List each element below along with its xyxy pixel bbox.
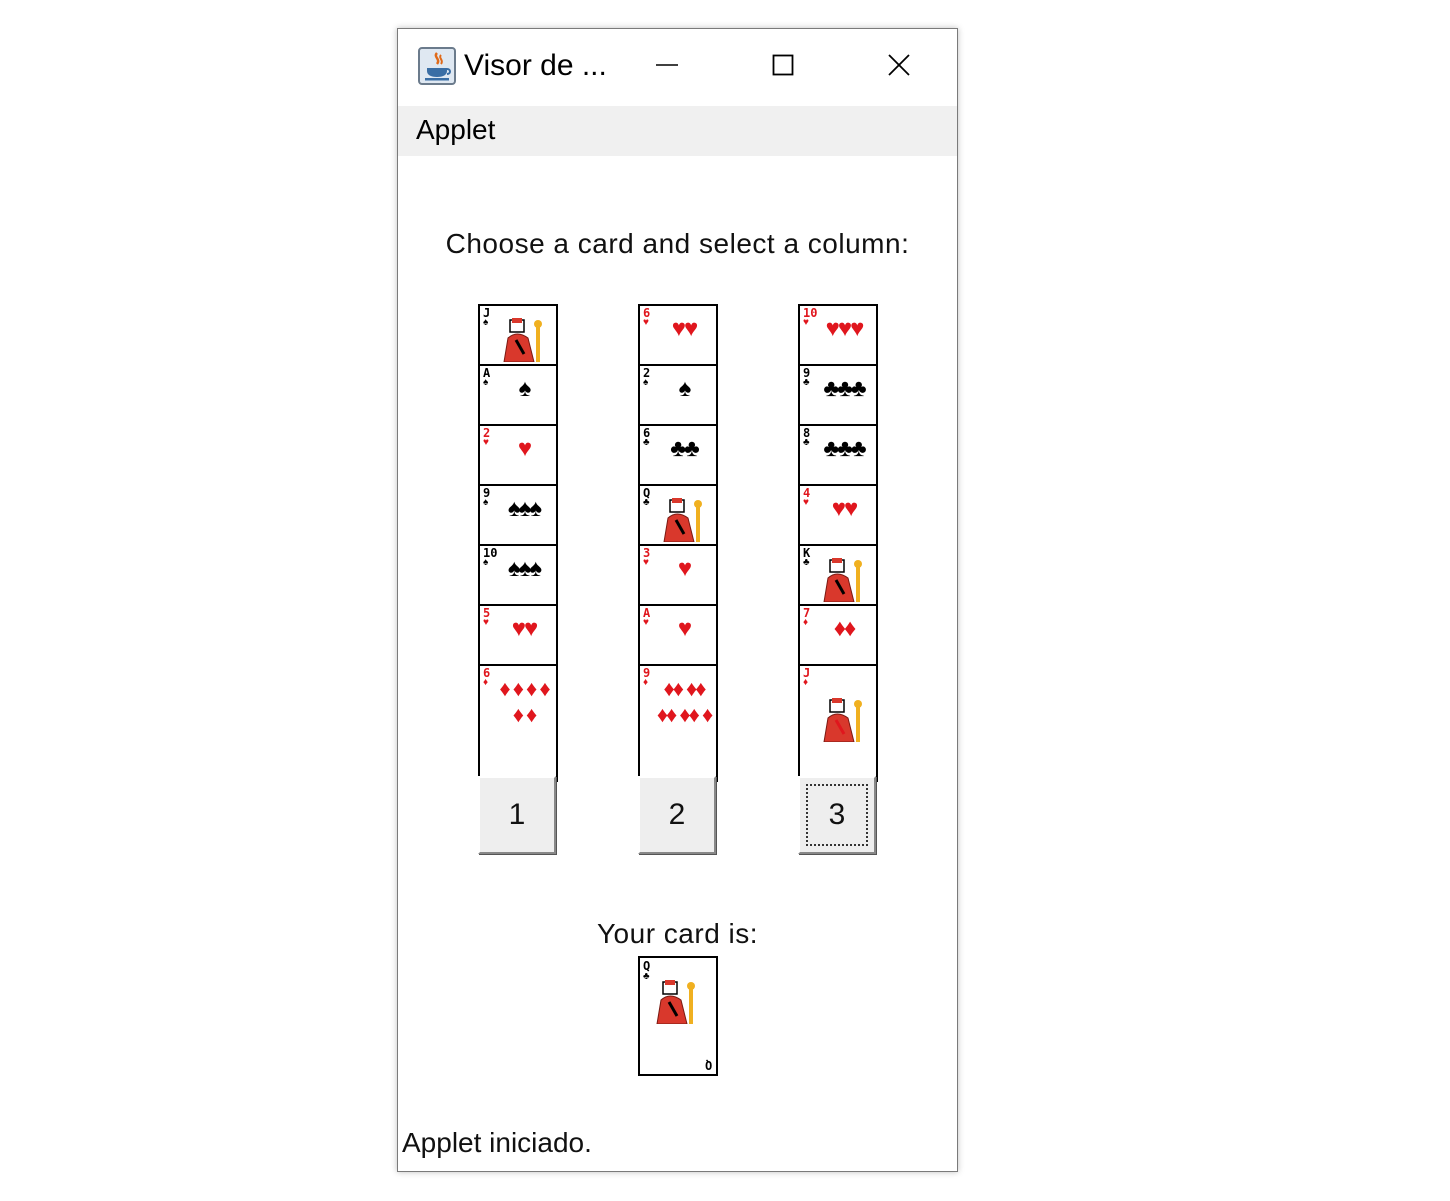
playing-card[interactable]: 6 ♣ ♣♣: [638, 424, 718, 486]
card-suit-icon: ♦: [483, 677, 489, 688]
playing-card[interactable]: A ♠ ♠: [478, 364, 558, 426]
card-suit-icon: ♣: [643, 497, 650, 508]
column-1-label: 1: [508, 798, 526, 831]
playing-card[interactable]: 6 ♥ ♥♥: [638, 304, 718, 366]
playing-card[interactable]: 8 ♣ ♣♣♣: [798, 424, 878, 486]
chosen-card: Q ♣ Q: [638, 956, 718, 1076]
applet-viewer-window: Visor de ... Applet Choose a card and se…: [397, 28, 958, 1172]
column-2-button[interactable]: 2: [638, 776, 716, 854]
maximize-icon: [772, 54, 794, 81]
card-suit-icon: ♠: [483, 497, 489, 508]
card-suit-icon: ♥: [803, 497, 809, 508]
playing-card[interactable]: 9 ♠ ♠♠♠: [478, 484, 558, 546]
face-card-figure-icon: [820, 556, 870, 603]
minimize-icon: [655, 53, 679, 82]
playing-card[interactable]: 2 ♠ ♠: [638, 364, 718, 426]
playing-card[interactable]: K ♣: [798, 544, 878, 606]
playing-card[interactable]: 2 ♥ ♥: [478, 424, 558, 486]
card-suit-icon: ♣: [803, 437, 810, 448]
playing-card[interactable]: 10 ♠ ♠♠♠: [478, 544, 558, 606]
column-2-label: 2: [668, 798, 686, 831]
face-card-figure-icon: [500, 316, 550, 363]
card-suit-icon: ♥: [643, 557, 649, 568]
card-suit-icon: ♠: [483, 377, 489, 388]
card-pips: ♠♠♠: [507, 495, 542, 522]
card-suit-icon: ♥: [803, 317, 809, 328]
column-1-button[interactable]: 1: [478, 776, 556, 854]
card-suit-icon: ♣: [643, 971, 650, 982]
card-pips: ♦♦ ♦♦ ♦♦ ♦♦ ♦: [656, 676, 713, 727]
window-title: Visor de ...: [464, 49, 607, 82]
card-suit-icon: ♥: [643, 317, 649, 328]
status-bar-text: Applet iniciado.: [402, 1127, 592, 1158]
card-pips: ♦♦: [833, 615, 857, 642]
playing-card[interactable]: J ♠: [478, 304, 558, 366]
playing-card[interactable]: 7 ♦ ♦♦: [798, 604, 878, 666]
playing-card[interactable]: A ♥ ♥: [638, 604, 718, 666]
card-column-1: J ♠ A ♠ ♠ 2 ♥ ♥ 9 ♠ ♠♠♠ 10 ♠ ♠♠♠ 5 ♥ ♥♥ 6 ♦ ♦ ♦ ♦ ♦ ♦ ♦: [478, 304, 558, 782]
playing-card[interactable]: 10 ♥ ♥♥♥: [798, 304, 878, 366]
focus-ring: [806, 784, 868, 846]
card-pips: ♣♣♣: [823, 435, 866, 462]
applet-area: Choose a card and select a column: J ♠ A ♠ ♠…: [398, 156, 957, 1171]
playing-card[interactable]: 5 ♥ ♥♥: [478, 604, 558, 666]
face-card-figure-icon: [660, 496, 710, 543]
result-label: Your card is:: [596, 918, 759, 949]
playing-card[interactable]: 6 ♦ ♦ ♦ ♦ ♦ ♦ ♦: [478, 664, 558, 782]
face-card-figure-icon: [820, 696, 870, 743]
playing-card[interactable]: J ♦: [798, 664, 878, 782]
card-pips: ♦ ♦ ♦ ♦ ♦ ♦: [499, 676, 550, 727]
card-pips: ♥♥♥: [825, 315, 865, 342]
card-pips: ♥: [677, 615, 692, 642]
card-pips: ♠: [518, 375, 532, 402]
card-pips: ♠: [678, 375, 692, 402]
card-suit-icon: ♦: [643, 677, 649, 688]
instruction-text: Choose a card and select a column:: [445, 228, 910, 259]
close-icon: [887, 53, 911, 82]
card-pips: ♣♣♣: [823, 375, 866, 402]
card-column-3: 10 ♥ ♥♥♥ 9 ♣ ♣♣♣ 8 ♣ ♣♣♣ 4 ♥ ♥♥ K ♣ 7 ♦ ♦♦ J ♦: [798, 304, 878, 782]
card-pips: ♥♥: [511, 615, 539, 642]
card-suit-icon: ♣: [803, 557, 810, 568]
card-suit-icon: ♠: [643, 377, 649, 388]
card-pips: ♠♠♠: [507, 555, 542, 582]
card-rank-bottom: Q: [704, 1058, 712, 1072]
close-button[interactable]: [841, 39, 957, 95]
card-pips: ♥: [677, 555, 692, 582]
card-column-2: 6 ♥ ♥♥ 2 ♠ ♠ 6 ♣ ♣♣ Q ♣ 3 ♥ ♥ A ♥ ♥ 9 ♦ ♦♦ ♦♦ ♦♦ ♦♦ ♦: [638, 304, 718, 782]
face-card-figure-icon: [653, 978, 703, 1029]
column-3-button[interactable]: 3: [798, 776, 876, 854]
card-suit-icon: ♥: [483, 437, 489, 448]
maximize-button[interactable]: [725, 39, 841, 95]
card-suit-icon: ♥: [483, 617, 489, 628]
playing-card[interactable]: 9 ♦ ♦♦ ♦♦ ♦♦ ♦♦ ♦: [638, 664, 718, 782]
card-suit-icon: ♠: [483, 317, 489, 328]
java-icon: [418, 47, 456, 85]
card-pips: ♥♥: [831, 495, 859, 522]
card-pips: ♣♣: [670, 435, 700, 462]
card-suit-icon: ♠: [483, 557, 489, 568]
card-suit-icon: ♣: [643, 437, 650, 448]
playing-card[interactable]: Q ♣: [638, 484, 718, 546]
playing-card[interactable]: 9 ♣ ♣♣♣: [798, 364, 878, 426]
menu-applet[interactable]: Applet: [416, 114, 495, 146]
card-suit-icon: ♣: [803, 377, 810, 388]
minimize-button[interactable]: [609, 39, 725, 95]
menu-bar: Applet: [398, 106, 957, 156]
card-suit-icon: ♥: [643, 617, 649, 628]
card-suit-icon: ♦: [803, 617, 809, 628]
card-pips: ♥♥: [671, 315, 699, 342]
title-bar[interactable]: Visor de ...: [398, 29, 957, 105]
card-suit-icon: ♦: [803, 677, 809, 688]
playing-card[interactable]: 4 ♥ ♥♥: [798, 484, 878, 546]
playing-card[interactable]: 3 ♥ ♥: [638, 544, 718, 606]
card-pips: ♥: [517, 435, 532, 462]
